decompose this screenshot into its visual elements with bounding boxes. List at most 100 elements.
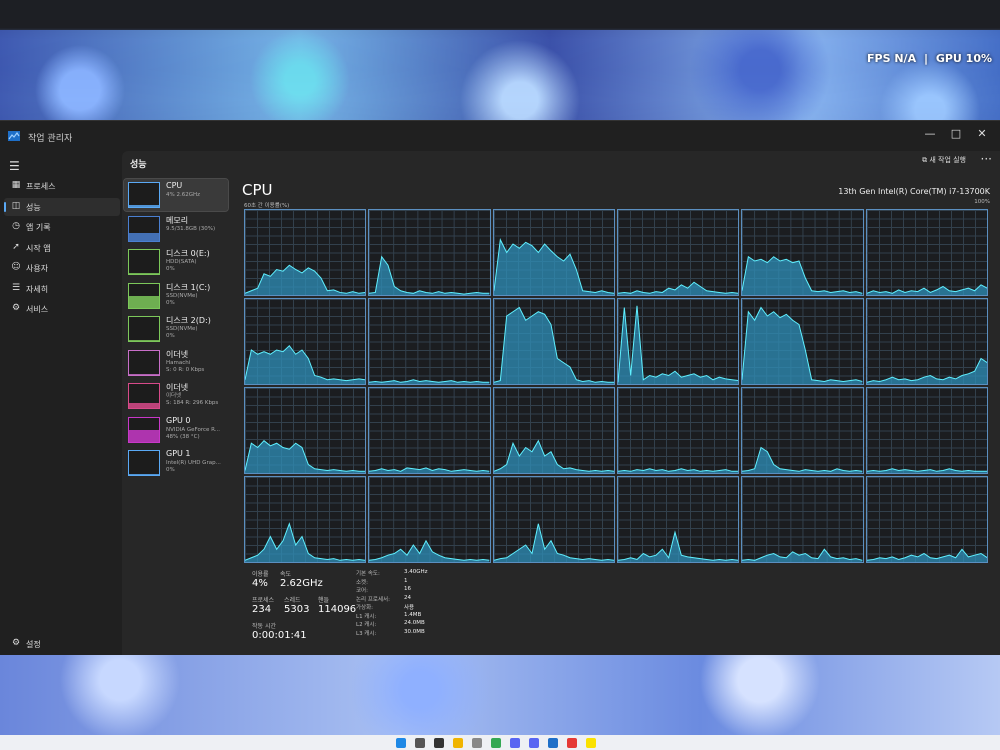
device-item[interactable]: GPU 0 NVIDIA GeForce R... 48% (38 °C)	[124, 414, 228, 446]
run-new-task-button[interactable]: ⧉ 새 작업 실행	[922, 155, 966, 165]
spec-value: 30.0MB	[404, 628, 425, 635]
sidebar-item-label: 사용자	[26, 264, 49, 273]
logical-processor-graph	[244, 298, 367, 385]
device-item[interactable]: 디스크 0(E:) HDD(SATA) 0%	[124, 246, 228, 278]
logical-processor-graph	[244, 387, 367, 474]
overlay-separator: |	[923, 52, 928, 65]
sidebar-item-services[interactable]: ⚙ 서비스	[4, 300, 120, 318]
device-item[interactable]: CPU 4% 2.62GHz	[123, 178, 229, 212]
task-manager-icon[interactable]	[548, 738, 558, 748]
usage-area	[742, 299, 863, 384]
device-item[interactable]: GPU 1 Intel(R) UHD Grap... 0%	[124, 447, 228, 479]
hamburger-menu-icon[interactable]: ☰	[9, 159, 20, 173]
title-bar[interactable]: 작업 관리자 — □ ✕	[0, 121, 1000, 151]
logical-processor-graph	[865, 387, 988, 474]
processes-label: 프로세스	[252, 597, 275, 604]
uptime-value: 0:00:01:41	[252, 630, 307, 641]
close-button[interactable]: ✕	[972, 127, 992, 140]
device-thumbnail-graph	[128, 249, 160, 275]
device-name: 디스크 0(E:)	[166, 249, 210, 258]
usage-area	[245, 388, 366, 473]
run-task-label: 새 작업 실행	[929, 156, 966, 164]
spec-label: L2 캐시:	[356, 622, 377, 628]
device-item[interactable]: 메모리 9.5/31.8GB (30%)	[124, 213, 228, 245]
usage-area	[866, 388, 987, 473]
device-detail: SSD(NVMe) 0%	[166, 326, 198, 340]
processes-value: 234	[252, 604, 272, 615]
usage-area	[742, 388, 863, 473]
sidebar-item-performance[interactable]: ◫ 성능	[4, 197, 120, 216]
device-usage-fill	[129, 403, 159, 408]
usage-area	[369, 299, 490, 384]
spec-value: 사용	[404, 605, 415, 611]
media-icon[interactable]	[472, 738, 482, 748]
window-title: 작업 관리자	[28, 134, 73, 144]
sidebar-item-label: 시작 앱	[26, 243, 51, 253]
minimize-button[interactable]: —	[920, 127, 940, 140]
settings-button[interactable]: ⚙ 설정	[4, 635, 120, 653]
services-icon: ⚙	[11, 303, 21, 313]
usage-area	[493, 388, 614, 473]
more-options-button[interactable]: ···	[981, 152, 992, 166]
device-detail-line1: Hamachi	[166, 359, 191, 366]
logical-processor-graph	[617, 387, 740, 474]
logical-processor-graph	[741, 476, 864, 563]
chrome-icon[interactable]	[491, 738, 501, 748]
sidebar-item-users[interactable]: ☺ 사용자	[4, 259, 120, 277]
usage-area	[369, 210, 490, 295]
device-detail: 9.5/31.8GB (30%)	[166, 226, 215, 233]
utilization-label: 이용률	[252, 571, 269, 578]
speed-label: 속도	[280, 571, 292, 578]
processes-icon: ▦	[11, 180, 21, 190]
logical-processor-graph	[368, 298, 491, 385]
file-explorer-icon[interactable]	[453, 738, 463, 748]
sidebar-item-app-history[interactable]: ◷ 앱 기록	[4, 218, 120, 236]
spec-label: 가상화:	[356, 605, 374, 611]
performance-icon: ◫	[11, 200, 21, 211]
device-detail: 이더넷 S: 184 R: 296 Kbps	[166, 393, 218, 407]
device-name: 디스크 1(C:)	[166, 282, 211, 292]
device-item[interactable]: 이더넷 이더넷 S: 184 R: 296 Kbps	[124, 380, 228, 412]
device-detail: HDD(SATA) 0%	[166, 259, 197, 273]
maximize-button[interactable]: □	[946, 127, 966, 140]
logical-processor-graph	[741, 387, 864, 474]
discord-icon[interactable]	[529, 738, 539, 748]
utilization-axis-label: 60초 간 이용률(%)	[244, 203, 290, 209]
gpu-readout: GPU 10%	[935, 52, 992, 65]
device-detail-line2: 0%	[166, 467, 175, 473]
device-item[interactable]: 디스크 1(C:) SSD(NVMe) 0%	[124, 280, 228, 312]
sidebar-item-processes[interactable]: ▦ 프로세스	[4, 177, 120, 195]
logical-processor-graph	[244, 209, 367, 296]
usage-area	[866, 299, 987, 384]
spec-value: 24	[404, 594, 411, 601]
device-detail: 4% 2.62GHz	[166, 192, 200, 199]
settings-icon: ⚙	[11, 638, 21, 648]
spec-value: 1	[404, 577, 408, 584]
logical-processor-graph	[244, 476, 367, 563]
logical-processor-graph	[617, 476, 740, 563]
device-thumbnail-graph	[128, 182, 160, 208]
sidebar-item-label: 성능	[26, 202, 41, 212]
search-icon[interactable]	[415, 738, 425, 748]
device-item[interactable]: 디스크 2(D:) SSD(NVMe) 0%	[124, 313, 228, 345]
discord-icon[interactable]	[510, 738, 520, 748]
sidebar-item-details[interactable]: ☰ 자세히	[4, 280, 120, 298]
sidebar-item-startup-apps[interactable]: ➚ 시작 앱	[4, 239, 120, 257]
device-thumbnail-graph	[128, 349, 160, 376]
usage-area	[493, 477, 614, 562]
kakaotalk-icon[interactable]	[586, 738, 596, 748]
app-icon[interactable]	[567, 738, 577, 748]
usage-area	[493, 299, 614, 384]
device-detail-line2: 0%	[166, 266, 175, 272]
task-view-icon[interactable]	[434, 738, 444, 748]
device-item[interactable]: 이더넷 Hamachi S: 0 R: 0 Kbps	[124, 347, 228, 379]
usage-area	[618, 299, 739, 384]
logical-processor-graph	[492, 476, 615, 563]
device-detail-line1: 4% 2.62GHz	[166, 192, 201, 198]
usage-area	[369, 477, 490, 562]
start-icon[interactable]	[396, 738, 406, 748]
logical-processor-graph	[865, 298, 988, 385]
usage-area	[618, 210, 739, 295]
device-detail-line1: HDD(SATA)	[166, 259, 197, 265]
logical-processor-graph	[617, 298, 740, 385]
